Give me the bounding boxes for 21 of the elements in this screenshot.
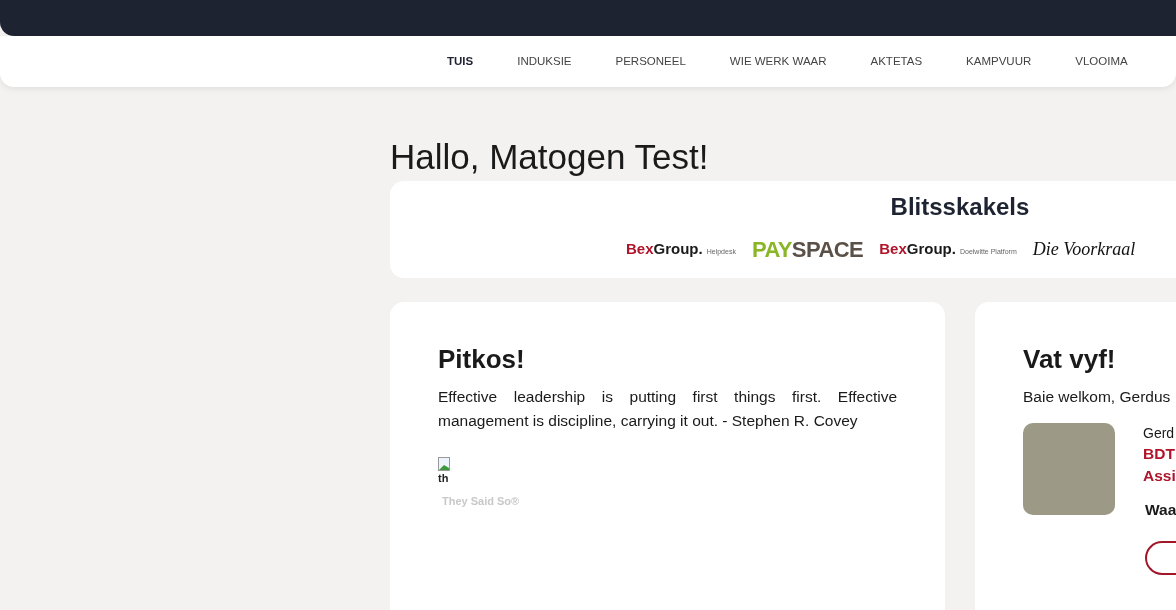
welcome-text: Baie welkom, Gerdus xyxy=(1023,387,1172,407)
image-alt-text: th xyxy=(438,471,449,485)
nav-link[interactable]: PERSONEEL xyxy=(615,52,686,71)
person-role: BDT xyxy=(1143,444,1176,464)
nav-link[interactable]: VLOOIMA xyxy=(1075,52,1128,71)
nav-link[interactable]: WIE WERK WAAR xyxy=(729,52,827,71)
script-logo[interactable]: Die Voorkraal xyxy=(1032,236,1136,263)
greeting-heading: Hallo, Matogen Test! xyxy=(390,136,710,178)
nav-link[interactable]: INDUKSIE xyxy=(517,52,572,71)
quote-text: Effective leadership is putting first things first. Effective management is discipline, carrying it out. - Stephen R. Covey xyxy=(438,387,897,431)
quote-card-title: Pitkos! xyxy=(438,343,526,376)
nav-link[interactable]: AKTETAS xyxy=(870,52,923,71)
person-name: Gerd xyxy=(1143,424,1176,443)
broken-image-icon xyxy=(438,457,450,471)
nav-link[interactable]: TUIS xyxy=(447,52,474,71)
quick-links-title: Blitsskakels xyxy=(890,192,1030,222)
info-label: Waa xyxy=(1145,500,1176,520)
person-role: Assi xyxy=(1143,466,1176,486)
welcome-card-title: Vat vyf! xyxy=(1023,343,1117,376)
payspace-logo[interactable]: PAYSPACE xyxy=(751,233,864,266)
nav-link[interactable]: KAMPVUUR xyxy=(966,52,1032,71)
